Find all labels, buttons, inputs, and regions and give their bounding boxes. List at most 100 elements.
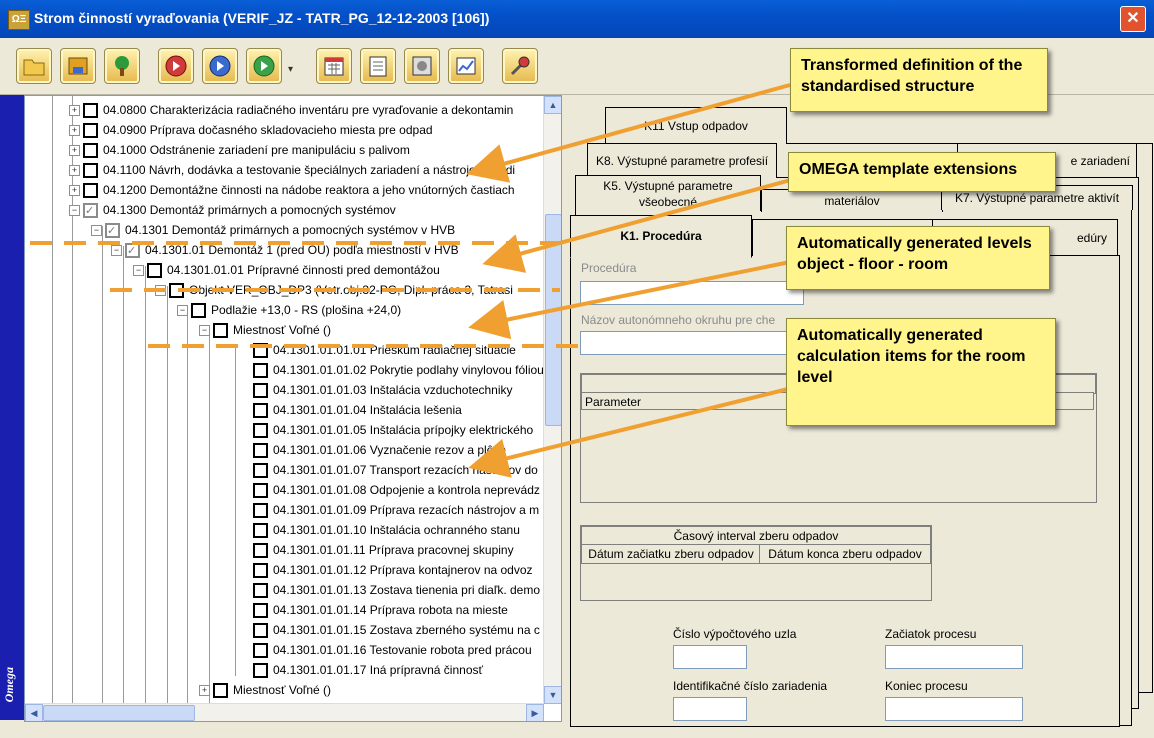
tree-checkbox[interactable]: [83, 103, 98, 118]
close-button[interactable]: ✕: [1120, 6, 1146, 32]
tree-node[interactable]: +04.1000 Odstránenie zariadení pre manip…: [25, 140, 544, 160]
tree-node[interactable]: 04.1301.01.01.09 Príprava rezacích nástr…: [25, 500, 544, 520]
document-icon[interactable]: [360, 48, 396, 84]
tree-checkbox[interactable]: [253, 503, 268, 518]
expand-plus-icon[interactable]: +: [69, 165, 80, 176]
tree-node[interactable]: − 04.1300 Demontáž primárnych a pomocných…: [25, 200, 544, 221]
tab-k5[interactable]: K5. Výstupné parametre všeobecné: [575, 175, 761, 211]
tree-horizontal-scrollbar[interactable]: ◀ ▶: [25, 703, 544, 721]
expand-plus-icon[interactable]: +: [69, 105, 80, 116]
play-green-icon[interactable]: [246, 48, 282, 84]
tree-checkbox[interactable]: [253, 403, 268, 418]
tree-node[interactable]: 04.1301.01.01.01 Prieskum radiačnej situ…: [25, 340, 544, 360]
calendar-icon[interactable]: [316, 48, 352, 84]
tree-vertical-scrollbar[interactable]: ▲ ▼: [543, 96, 561, 704]
save-icon[interactable]: [60, 48, 96, 84]
collapse-minus-icon[interactable]: −: [91, 225, 102, 236]
tree-checkbox[interactable]: [253, 363, 268, 378]
device-id-field[interactable]: [673, 697, 747, 721]
tree-checkbox[interactable]: [147, 263, 162, 278]
tree-node[interactable]: − Objekt VER_OBJ_DP3 (Vetr.obj.32-PG, Dip…: [25, 280, 544, 300]
tree-node[interactable]: − 04.1301.01.01 Prípravné činnosti pred d…: [25, 260, 544, 280]
tree-checkbox[interactable]: [253, 583, 268, 598]
tree-node[interactable]: − 04.1301.01 Demontáž 1 (pred OU) podľa m…: [25, 240, 544, 261]
tree-node[interactable]: − Miestnosť Voľné (): [25, 320, 544, 340]
tree-node[interactable]: 04.1301.01.01.05 Inštalácia prípojky ele…: [25, 420, 544, 440]
tree-node[interactable]: − 04.1301 Demontáž primárnych a pomocných…: [25, 220, 544, 241]
tree-node[interactable]: 04.1301.01.01.10 Inštalácia ochranného s…: [25, 520, 544, 540]
collapse-minus-icon[interactable]: −: [69, 205, 80, 216]
tree-checkbox[interactable]: [253, 383, 268, 398]
tree-checkbox[interactable]: [253, 663, 268, 678]
activity-tree[interactable]: +04.0800 Charakterizácia radiačného inve…: [24, 95, 562, 722]
calc-node-field[interactable]: [673, 645, 747, 669]
tree-node[interactable]: 04.1301.01.01.13 Zostava tienenia pri di…: [25, 580, 544, 600]
tree-node[interactable]: +04.1200 Demontážne činnosti na nádobe r…: [25, 180, 544, 200]
tree-icon[interactable]: [104, 48, 140, 84]
scroll-up-icon[interactable]: ▲: [544, 96, 561, 114]
scroll-thumb[interactable]: [545, 214, 561, 426]
tree-node[interactable]: 04.1301.01.01.15 Zostava zberného systém…: [25, 620, 544, 640]
tree-checkbox[interactable]: [83, 123, 98, 138]
tree-node[interactable]: +04.0900 Príprava dočasného skladovacieh…: [25, 120, 544, 140]
tree-checkbox[interactable]: [125, 241, 140, 261]
tree-node[interactable]: 04.1301.01.01.04 Inštalácia lešenia: [25, 400, 544, 420]
expand-plus-icon[interactable]: +: [69, 185, 80, 196]
folder-open-icon[interactable]: [16, 48, 52, 84]
tools-icon[interactable]: [502, 48, 538, 84]
tree-node[interactable]: 04.1301.01.01.11 Príprava pracovnej skup…: [25, 540, 544, 560]
play-blue-icon[interactable]: [202, 48, 238, 84]
play-red-icon[interactable]: [158, 48, 194, 84]
tree-checkbox[interactable]: [253, 523, 268, 538]
tree-checkbox[interactable]: [253, 463, 268, 478]
tree-node[interactable]: 04.1301.01.01.08 Odpojenie a kontrola ne…: [25, 480, 544, 500]
tree-checkbox[interactable]: [253, 423, 268, 438]
tree-node[interactable]: 04.1301.01.01.06 Vyznačenie rezov a plôc…: [25, 440, 544, 460]
collapse-minus-icon[interactable]: −: [177, 305, 188, 316]
collapse-minus-icon[interactable]: −: [155, 285, 166, 296]
tree-node[interactable]: 04.1301.01.01.02 Pokrytie podlahy vinylo…: [25, 360, 544, 380]
collapse-minus-icon[interactable]: −: [133, 265, 144, 276]
tree-checkbox[interactable]: [169, 283, 184, 298]
tree-node[interactable]: + Miestnosť Voľné (): [25, 680, 544, 700]
tree-node[interactable]: 04.1301.01.01.16 Testovanie robota pred …: [25, 640, 544, 660]
tree-checkbox[interactable]: [213, 323, 228, 338]
tab-k8[interactable]: K8. Výstupné parametre profesií: [587, 143, 777, 178]
circuit-select[interactable]: [580, 331, 792, 355]
scroll-left-icon[interactable]: ◀: [25, 704, 43, 721]
tree-node[interactable]: − Podlažie +13,0 - RS (plošina +24,0): [25, 300, 544, 320]
tree-checkbox[interactable]: [253, 483, 268, 498]
dropdown-arrow-icon[interactable]: ▾: [288, 64, 293, 75]
scroll-right-icon[interactable]: ▶: [526, 704, 544, 721]
collapse-minus-icon[interactable]: −: [111, 245, 122, 256]
chart-icon[interactable]: [448, 48, 484, 84]
scroll-down-icon[interactable]: ▼: [544, 686, 561, 704]
tree-checkbox[interactable]: [191, 303, 206, 318]
tree-node[interactable]: 04.1301.01.01.03 Inštalácia vzduchotechn…: [25, 380, 544, 400]
tree-checkbox[interactable]: [253, 603, 268, 618]
tree-checkbox[interactable]: [253, 443, 268, 458]
tree-checkbox[interactable]: [83, 143, 98, 158]
tab-k11[interactable]: K11 Vstup odpadov: [605, 107, 787, 144]
tree-checkbox[interactable]: [253, 643, 268, 658]
procedure-field[interactable]: [580, 281, 804, 305]
hscroll-thumb[interactable]: [43, 705, 195, 721]
tree-node[interactable]: +04.1100 Návrh, dodávka a testovanie špe…: [25, 160, 544, 180]
collapse-minus-icon[interactable]: −: [199, 325, 210, 336]
tree-checkbox[interactable]: [253, 623, 268, 638]
tree-node[interactable]: 04.1301.01.01.17 Iná prípravná činnosť: [25, 660, 544, 680]
tree-checkbox[interactable]: [253, 343, 268, 358]
tree-node[interactable]: 04.1301.01.01.14 Príprava robota na mies…: [25, 600, 544, 620]
tree-node[interactable]: +04.0800 Charakterizácia radiačného inve…: [25, 100, 544, 120]
tree-checkbox[interactable]: [83, 163, 98, 178]
expand-plus-icon[interactable]: +: [199, 685, 210, 696]
tree-checkbox[interactable]: [83, 201, 98, 221]
expand-plus-icon[interactable]: +: [69, 145, 80, 156]
tree-node[interactable]: 04.1301.01.01.07 Transport rezacích nást…: [25, 460, 544, 480]
settings-icon[interactable]: [404, 48, 440, 84]
expand-plus-icon[interactable]: +: [69, 125, 80, 136]
process-start-field[interactable]: [885, 645, 1023, 669]
tree-node[interactable]: 04.1301.01.01.12 Príprava kontajnerov na…: [25, 560, 544, 580]
tree-checkbox[interactable]: [253, 563, 268, 578]
tree-checkbox[interactable]: [213, 683, 228, 698]
